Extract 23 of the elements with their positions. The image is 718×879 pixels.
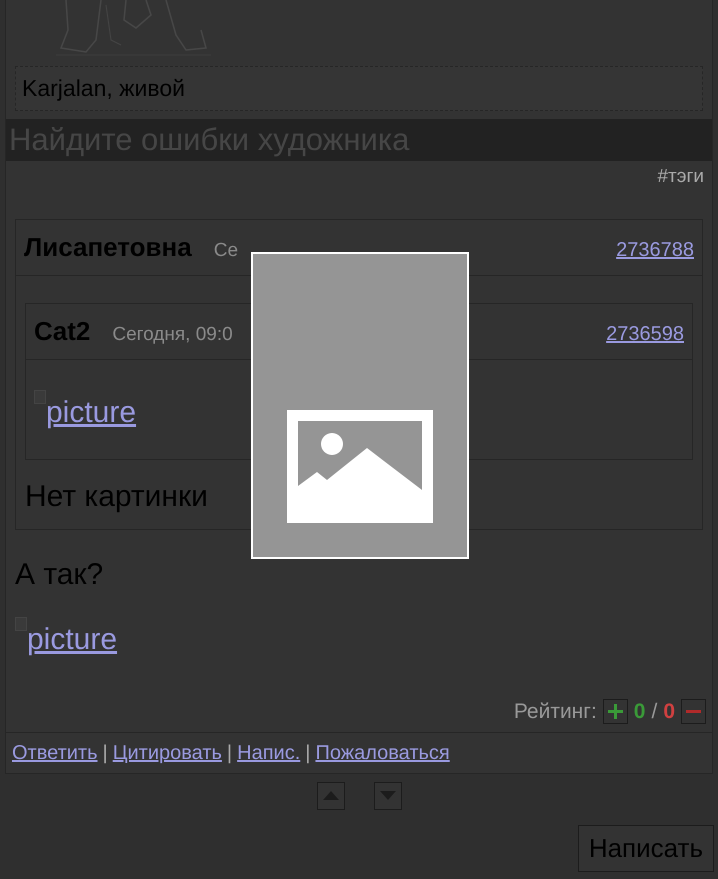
rating-label: Рейтинг: <box>514 699 597 725</box>
plus-icon <box>606 703 624 720</box>
action-link[interactable]: Ответить <box>12 738 98 768</box>
vote-down-button[interactable] <box>681 699 706 724</box>
action-link[interactable]: Пожаловаться <box>315 738 450 768</box>
image-placeholder-icon <box>287 410 433 523</box>
action-link[interactable]: Цитировать <box>112 738 222 768</box>
tags-link[interactable]: #тэги <box>657 166 704 186</box>
separator: | <box>102 740 108 766</box>
action-link[interactable]: Напис. <box>237 738 300 768</box>
minus-icon <box>686 710 701 714</box>
rating-up-count: 0 <box>634 699 646 725</box>
rating-down-count: 0 <box>663 699 675 725</box>
vote-up-button[interactable] <box>602 699 628 724</box>
separator: | <box>226 740 232 766</box>
image-link[interactable]: picture <box>34 390 136 435</box>
separator: | <box>305 740 310 766</box>
post-date: Сегодня, 09:0 <box>112 323 233 347</box>
image-link[interactable]: picture <box>15 617 118 662</box>
post-id-link[interactable]: 2736598 <box>606 319 684 349</box>
post-id-link[interactable]: 2736788 <box>616 235 694 265</box>
rating-separator: / <box>651 699 658 725</box>
post-date: Се <box>214 239 238 263</box>
